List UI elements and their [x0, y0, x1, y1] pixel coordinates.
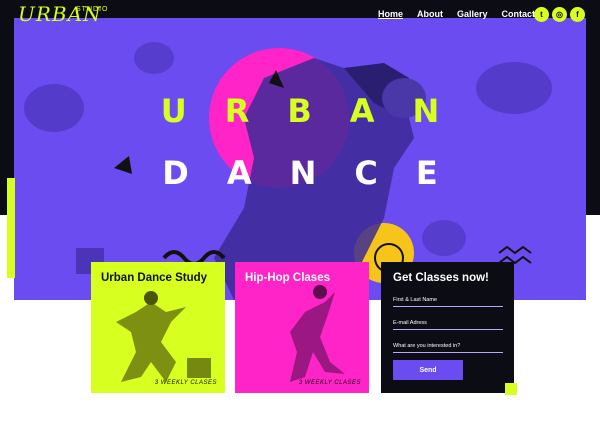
name-field[interactable]: First & Last Name — [393, 297, 503, 307]
card-dancer-image — [116, 291, 211, 382]
lime-corner-accent — [505, 383, 517, 395]
brand-logo-subtitle: STUDIO — [76, 6, 109, 13]
card-urban-dance-study[interactable]: Urban Dance Study 3 WEEKLY CLASES — [91, 262, 225, 393]
card-tag: 3 WEEKLY CLASES — [298, 380, 361, 386]
email-field[interactable]: E-mail Adress — [393, 320, 503, 330]
lime-accent-left — [7, 178, 15, 278]
top-navigation: URBAN STUDIO Home About Gallery Contact … — [0, 0, 600, 30]
nav-gallery-link[interactable]: Gallery — [457, 9, 488, 19]
signup-form: Get Classes now! First & Last Name E-mai… — [381, 262, 514, 393]
nav-home-link[interactable]: Home — [378, 9, 403, 19]
hero-title-line2: DANCE — [162, 154, 476, 192]
twitter-icon[interactable]: t — [534, 7, 549, 22]
send-button[interactable]: Send — [393, 360, 463, 380]
hero-title-line1: URBAN — [160, 92, 478, 130]
nav-contact-link[interactable]: Contact — [502, 9, 536, 19]
card-dancer-image — [290, 285, 345, 382]
instagram-icon[interactable]: ◎ — [552, 7, 567, 22]
card-tag: 3 WEEKLY CLASES — [154, 380, 217, 386]
facebook-icon[interactable]: f — [570, 7, 585, 22]
nav-links: Home About Gallery Contact — [378, 9, 535, 19]
card-hip-hop-clases[interactable]: Hip-Hop Clases 3 WEEKLY CLASES — [235, 262, 369, 393]
form-title: Get Classes now! — [393, 272, 489, 284]
interest-field[interactable]: What are you interested in? — [393, 343, 503, 353]
nav-about-link[interactable]: About — [417, 9, 443, 19]
